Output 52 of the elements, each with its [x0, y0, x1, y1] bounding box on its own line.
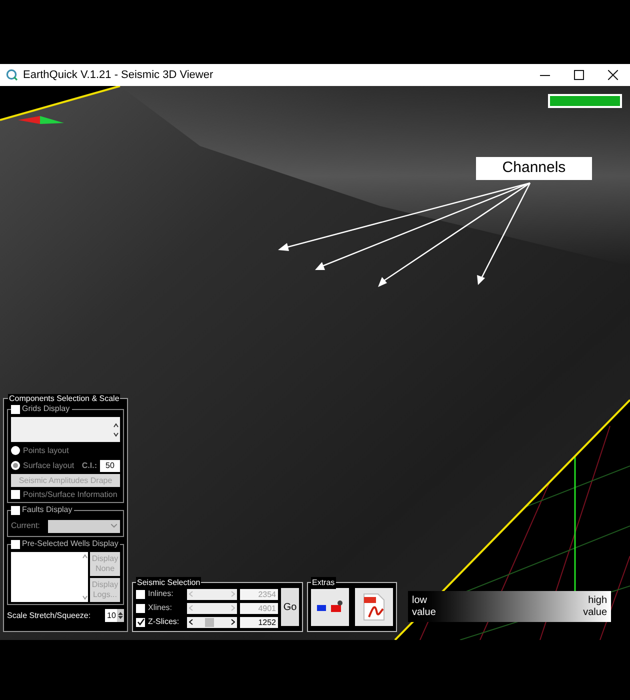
- close-icon: [608, 70, 618, 80]
- spin-box[interactable]: 10: [105, 609, 124, 622]
- spin-value: 10: [107, 610, 117, 620]
- low-value-label: low value: [412, 594, 437, 618]
- group-label: Pre-Selected Wells Display: [22, 539, 118, 549]
- radio-label: Points layout: [23, 446, 69, 456]
- checkbox[interactable]: [11, 506, 20, 514]
- axis-gizmo-drawing: [18, 116, 64, 124]
- checkbox[interactable]: [136, 618, 145, 626]
- panel-title: Extras: [311, 577, 336, 589]
- app-logo-icon: [6, 69, 18, 81]
- scrollbar[interactable]: [187, 616, 237, 628]
- radio-button[interactable]: [11, 461, 20, 470]
- toolbar-button[interactable]: [311, 588, 349, 626]
- checkbox[interactable]: [11, 404, 20, 414]
- scrollbar-icon: [82, 552, 88, 602]
- checkbox[interactable]: [136, 604, 145, 612]
- checkbox-label: Points/Surface Information: [23, 490, 118, 500]
- group-label: Grids Display: [22, 404, 70, 414]
- dropdown[interactable]: [48, 520, 120, 532]
- scroll-thumb[interactable]: [205, 618, 214, 626]
- ci-label: C.I.:: [82, 460, 97, 470]
- pdf-document-icon: [363, 593, 385, 621]
- radio-label: Surface layout: [23, 460, 74, 470]
- minimize-icon: [540, 74, 550, 76]
- chevron-down-icon: [111, 524, 117, 528]
- scrollbar[interactable]: [187, 588, 237, 600]
- toolbar-button[interactable]: [355, 588, 393, 626]
- checkbox[interactable]: [11, 490, 20, 499]
- spin-arrows-icon: [118, 611, 123, 620]
- window-title: EarthQuick V.1.21 - Seismic 3D Viewer: [23, 68, 214, 83]
- row-label: Xlines:: [148, 602, 174, 614]
- value-field[interactable]: 4901: [240, 602, 278, 614]
- value-field[interactable]: 1252: [240, 616, 278, 628]
- go-button[interactable]: Go: [281, 588, 299, 626]
- high-value-label: high value: [582, 594, 607, 618]
- ci-field[interactable]: 50: [100, 460, 120, 472]
- linked-blocks-icon: [316, 600, 344, 614]
- radio-button[interactable]: [11, 446, 20, 455]
- scrollbar[interactable]: [187, 602, 237, 614]
- current-label: Current:: [11, 521, 40, 531]
- group-label: Faults Display: [22, 505, 72, 515]
- row-label: Z-Slices:: [148, 616, 180, 628]
- value-field[interactable]: 2354: [240, 588, 278, 600]
- checkbox[interactable]: [11, 540, 20, 548]
- panel-title: Components Selection & Scale: [8, 394, 120, 404]
- row-label: Inlines:: [148, 588, 174, 600]
- callout-label: Channels: [476, 157, 592, 180]
- scroll-arrows-icon: [113, 422, 119, 438]
- checkbox[interactable]: [136, 590, 145, 598]
- maximize-icon: [574, 70, 584, 80]
- scale-label: Scale Stretch/Squeeze:: [7, 610, 91, 620]
